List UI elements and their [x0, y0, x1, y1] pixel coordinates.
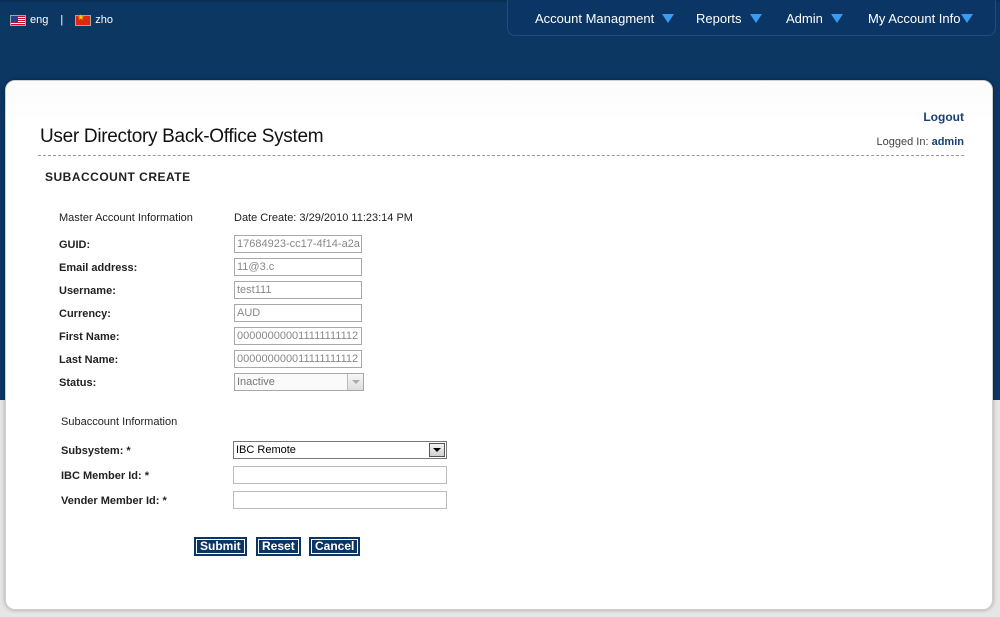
ibc-member-id-input[interactable] [233, 466, 447, 484]
username-label: Username: [59, 285, 116, 297]
last-name-field: 000000000011111111112 [234, 350, 362, 368]
currency-field: AUD [234, 304, 362, 322]
china-flag-icon [75, 13, 92, 26]
chevron-down-icon[interactable] [429, 443, 445, 457]
ibc-member-id-label: IBC Member Id: * [61, 470, 150, 482]
guid-label: GUID: [59, 239, 91, 251]
submit-button[interactable]: Submit [194, 537, 247, 556]
last-name-label: Last Name: [59, 354, 119, 366]
nav-my-account-info[interactable]: My Account Info [868, 11, 973, 26]
lang-separator: | [60, 14, 64, 26]
guid-field: 17684923-cc17-4f14-a2a [234, 235, 362, 253]
cancel-button[interactable]: Cancel [309, 537, 361, 556]
vender-member-id-input[interactable] [233, 491, 447, 509]
us-flag-icon [10, 14, 26, 26]
subsystem-label: Subsystem: * [61, 445, 131, 457]
subsystem-select-value: IBC Remote [236, 444, 296, 456]
email-field: 11@3.c [234, 258, 362, 276]
panel-inner: User Directory Back-Office System Logout… [6, 81, 992, 609]
status-select: Inactive [234, 373, 364, 391]
header-divider [38, 155, 964, 156]
dropdown-arrow-icon [749, 14, 762, 23]
lang-zho-label: zho [95, 14, 113, 26]
nav-reports[interactable]: Reports [696, 11, 762, 26]
section-title: SUBACCOUNT CREATE [45, 170, 191, 184]
date-create: Date Create: 3/29/2010 11:23:14 PM [234, 212, 413, 224]
logged-in-user: admin [931, 136, 964, 148]
email-label: Email address: [59, 262, 138, 274]
nav-reports-label: Reports [696, 11, 742, 26]
currency-label: Currency: [59, 308, 111, 320]
logged-in-status: Logged In: admin [877, 136, 964, 148]
first-name-label: First Name: [59, 331, 120, 343]
reset-button[interactable]: Reset [256, 537, 301, 556]
username-field: test111 [234, 281, 362, 299]
lang-eng-label: eng [30, 14, 49, 26]
nav-account-management-label: Account Managment [535, 11, 655, 26]
master-account-heading: Master Account Information [59, 212, 193, 224]
nav-admin[interactable]: Admin [786, 11, 843, 26]
status-select-value: Inactive [237, 376, 275, 388]
chevron-down-icon [347, 374, 363, 390]
subaccount-heading: Subaccount Information [61, 416, 178, 428]
page-title: User Directory Back-Office System [40, 126, 324, 147]
subsystem-select[interactable]: IBC Remote [233, 441, 447, 459]
dropdown-arrow-icon [960, 14, 973, 23]
vender-member-id-label: Vender Member Id: * [61, 495, 167, 507]
language-bar: eng | zho [10, 13, 113, 26]
dropdown-arrow-icon [662, 14, 675, 23]
top-navigation: Account Managment Reports Admin My Accou… [507, 0, 996, 36]
lang-zho-link[interactable]: zho [75, 13, 113, 26]
content-panel: User Directory Back-Office System Logout… [5, 80, 993, 610]
logout-link[interactable]: Logout [923, 110, 964, 124]
lang-eng-link[interactable]: eng [10, 14, 48, 26]
nav-my-account-info-label: My Account Info [868, 11, 961, 26]
logged-in-label: Logged In: [876, 136, 929, 148]
first-name-field: 000000000011111111112 [234, 327, 362, 345]
status-label: Status: [59, 377, 97, 389]
nav-account-management[interactable]: Account Managment [535, 11, 675, 26]
dropdown-arrow-icon [830, 14, 843, 23]
nav-admin-label: Admin [786, 11, 823, 26]
